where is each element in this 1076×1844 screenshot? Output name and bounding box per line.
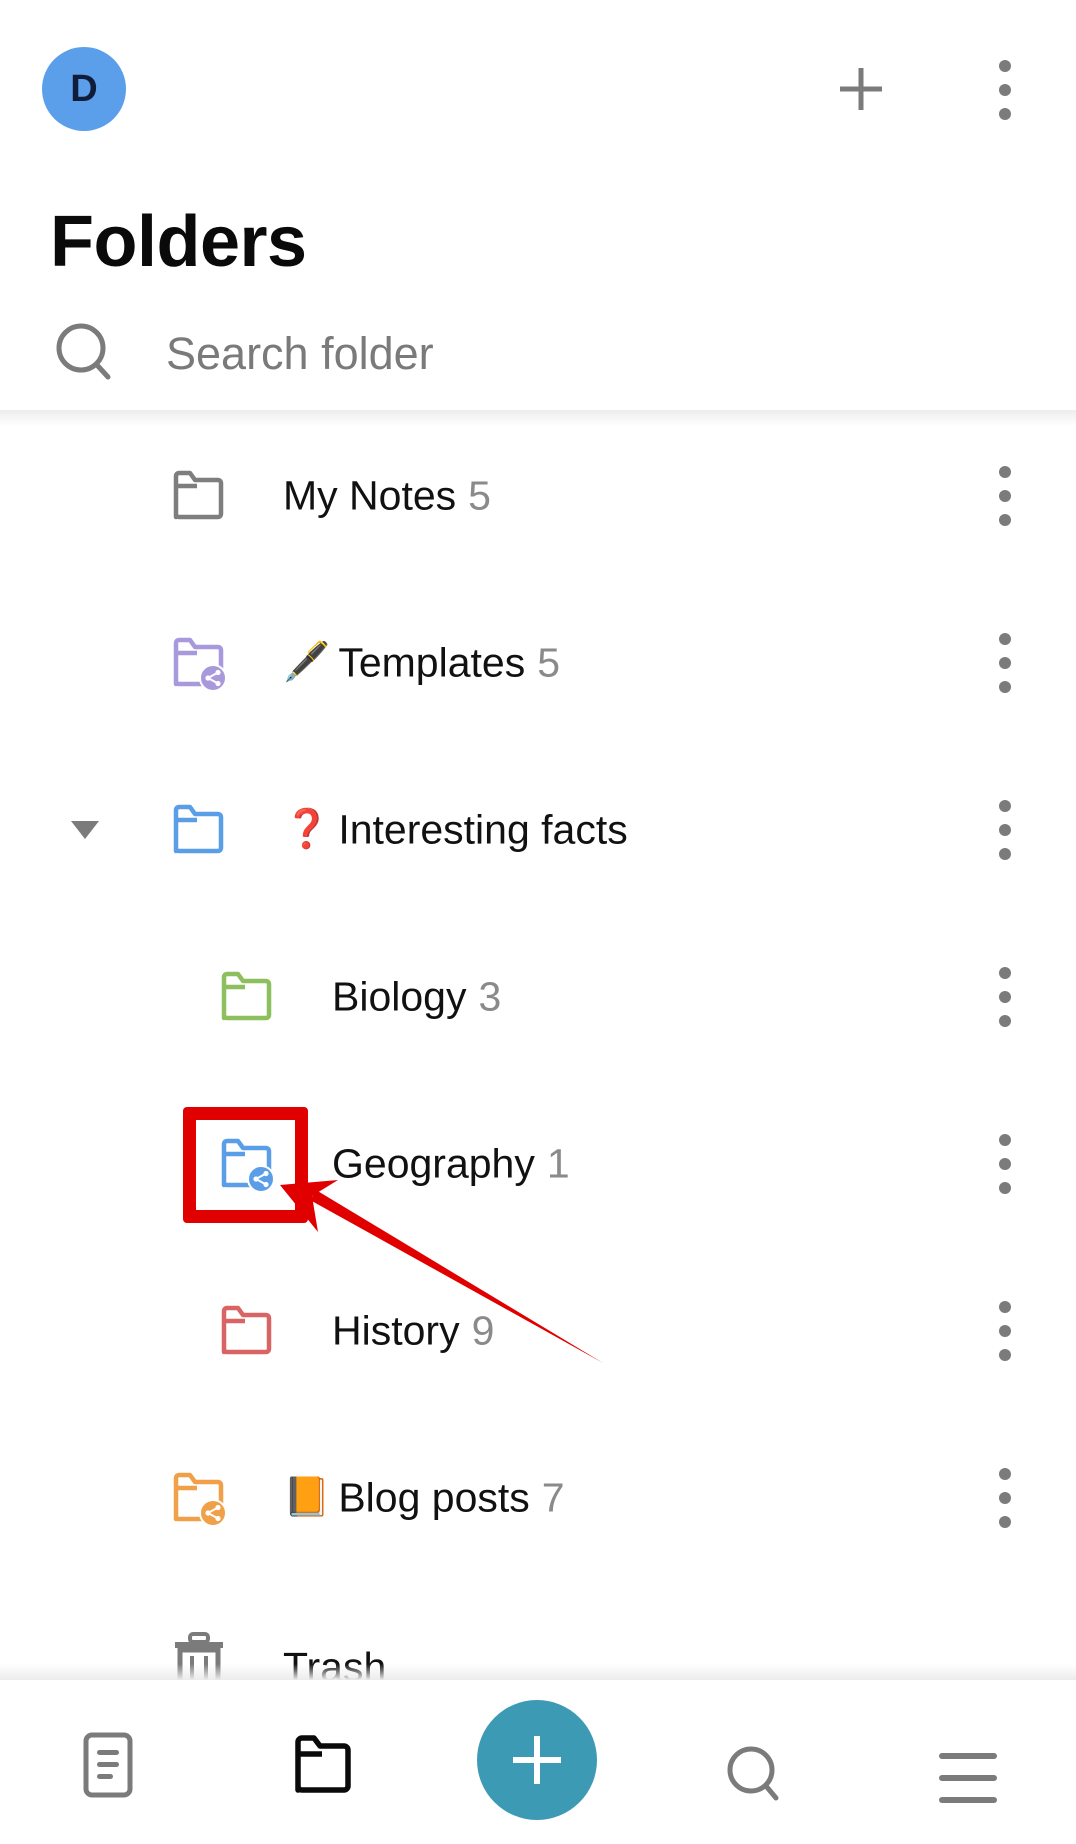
folder-more-button[interactable] <box>985 962 1025 1032</box>
folder-name: My Notes <box>283 472 457 518</box>
note-icon <box>83 1732 133 1798</box>
folder-icon <box>173 804 224 853</box>
nav-folders-button[interactable] <box>288 1730 358 1800</box>
folder-count: 7 <box>541 1474 565 1520</box>
new-note-fab[interactable] <box>477 1700 597 1820</box>
folder-row-geography[interactable]: Geography 1 <box>0 1080 1076 1247</box>
folder-name: History <box>332 1307 460 1353</box>
search-icon <box>727 1746 779 1801</box>
folder-count: 3 <box>478 973 502 1019</box>
folder-label: Geography 1 <box>332 1140 570 1187</box>
folder-row-biology[interactable]: Biology 3 <box>0 913 1076 1080</box>
folder-more-button[interactable] <box>985 1129 1025 1199</box>
folder-emoji: 🖋️ <box>283 641 331 684</box>
folder-label: Biology 3 <box>332 973 501 1020</box>
folder-count: 5 <box>468 472 491 518</box>
folder-more-button[interactable] <box>985 461 1025 531</box>
annotation-highlight-box <box>183 1107 308 1223</box>
folder-count: 1 <box>546 1140 570 1186</box>
folder-icon <box>173 470 224 519</box>
folder-more-button[interactable] <box>985 628 1025 698</box>
folder-more-button[interactable] <box>985 1463 1025 1533</box>
nav-menu-button[interactable] <box>933 1743 1003 1813</box>
folder-icon <box>295 1735 351 1793</box>
folder-label: History 9 <box>332 1307 494 1354</box>
folder-row-interesting-facts[interactable]: ❓ Interesting facts <box>0 746 1076 913</box>
folder-more-button[interactable] <box>985 795 1025 865</box>
avatar-initial: D <box>70 67 98 110</box>
folder-label: My Notes 5 <box>283 472 491 519</box>
plus-icon <box>840 68 882 110</box>
more-options-button[interactable] <box>985 55 1025 125</box>
folder-emoji: 📙 <box>283 1476 331 1519</box>
page-title: Folders <box>50 202 307 282</box>
bottom-nav-shadow <box>0 1664 1076 1680</box>
collapse-caret-icon[interactable] <box>68 817 102 843</box>
shared-folder-icon <box>173 1472 227 1527</box>
folder-emoji: ❓ <box>283 808 331 851</box>
folder-name: Templates <box>338 639 526 685</box>
hamburger-menu-icon <box>939 1753 997 1803</box>
folder-icon <box>221 971 272 1020</box>
folder-label: ❓ Interesting facts <box>283 806 628 853</box>
nav-search-button[interactable] <box>718 1740 788 1810</box>
folder-icon <box>221 1305 272 1354</box>
plus-icon <box>513 1736 561 1784</box>
folder-name: Biology <box>332 973 467 1019</box>
search-icon <box>56 323 111 380</box>
avatar[interactable]: D <box>42 47 126 131</box>
folder-row-my-notes[interactable]: My Notes 5 <box>0 412 1076 579</box>
add-folder-button[interactable] <box>835 63 887 115</box>
shared-folder-icon <box>173 637 227 692</box>
folder-count: 5 <box>537 639 561 685</box>
folder-name: Geography <box>332 1140 535 1186</box>
folder-row-blog-posts[interactable]: 📙 Blog posts 7 <box>0 1414 1076 1581</box>
folder-name: Interesting facts <box>338 806 628 852</box>
nav-notes-button[interactable] <box>73 1730 143 1800</box>
folder-label: 🖋️ Templates 5 <box>283 639 560 686</box>
folder-more-button[interactable] <box>985 1296 1025 1366</box>
folder-label: 📙 Blog posts 7 <box>283 1474 565 1521</box>
folder-count: 9 <box>471 1307 495 1353</box>
folder-row-history[interactable]: History 9 <box>0 1247 1076 1414</box>
search-folder-input[interactable] <box>166 326 1026 382</box>
folder-row-templates[interactable]: 🖋️ Templates 5 <box>0 579 1076 746</box>
folder-name: Blog posts <box>338 1474 530 1520</box>
